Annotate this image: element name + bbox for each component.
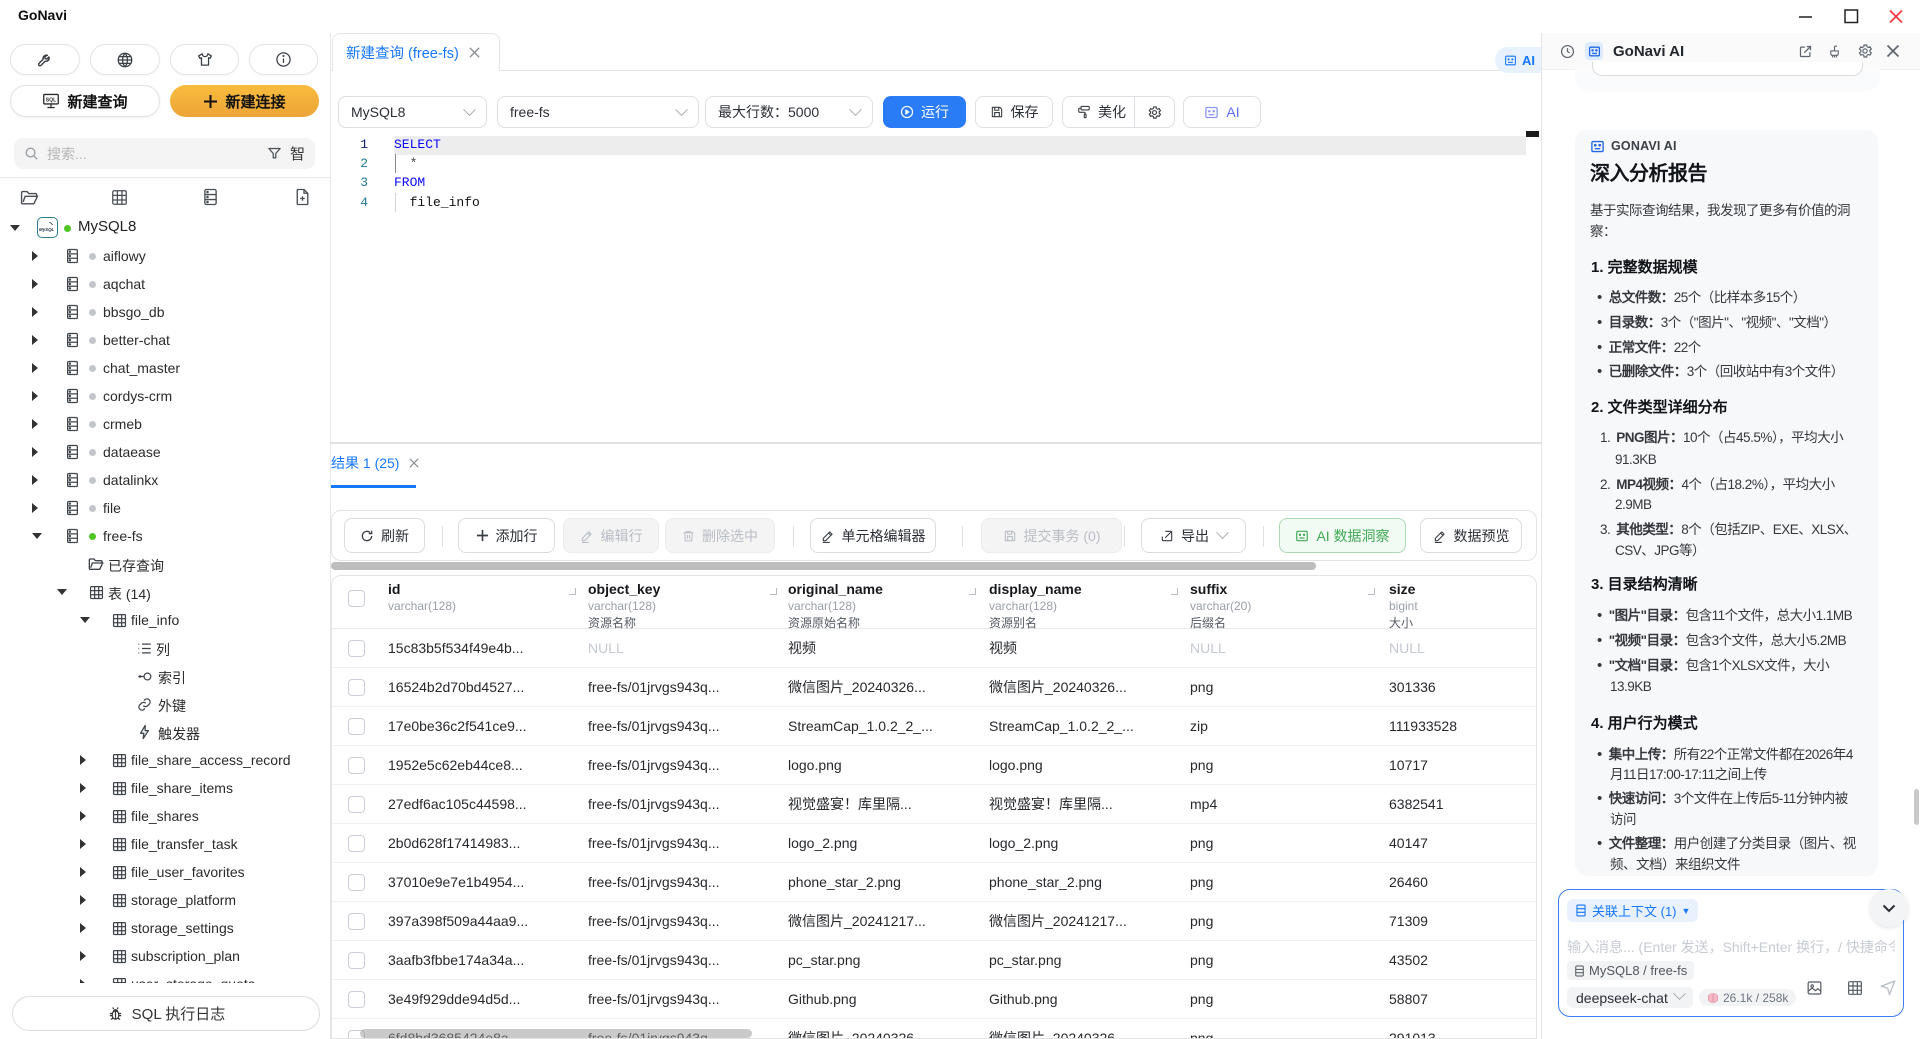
svg-text:MySQL: MySQL [39, 227, 54, 232]
